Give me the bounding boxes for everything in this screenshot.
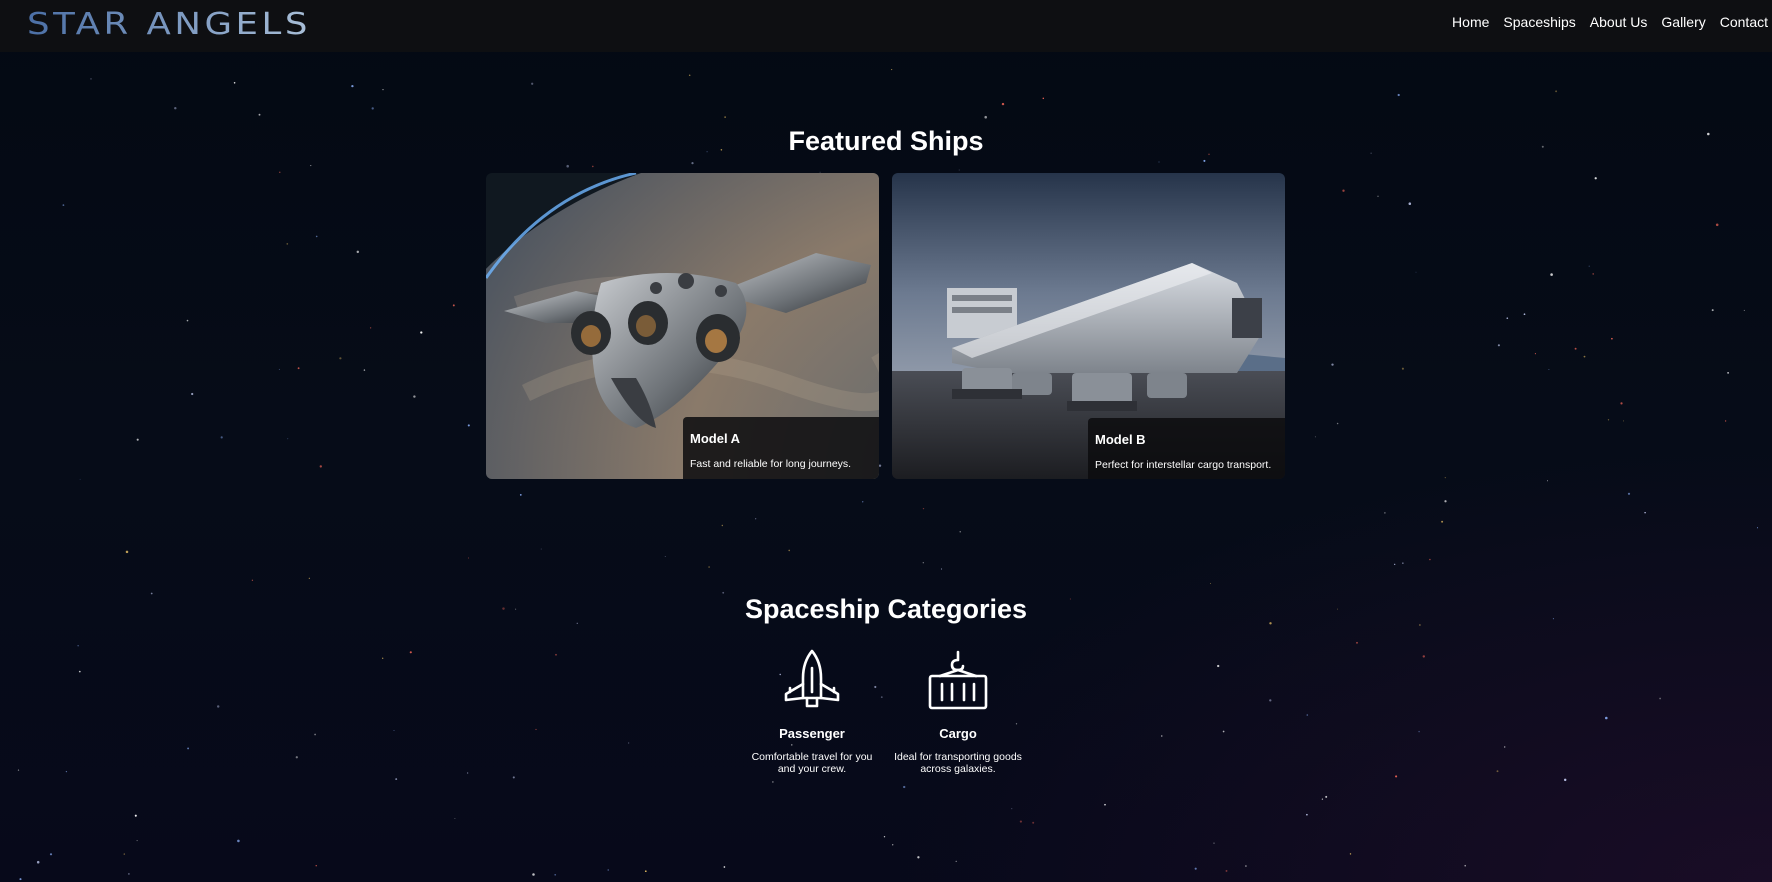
rocket-icon	[784, 649, 840, 708]
nav-spaceships-link[interactable]: Spaceships	[1503, 14, 1575, 30]
nav-contact-link[interactable]: Contact	[1720, 14, 1768, 30]
passenger-category-name: Passenger	[779, 726, 845, 741]
cargo-category-name: Cargo	[939, 726, 977, 741]
passenger-category-description: Comfortable travel for you and your crew…	[751, 751, 873, 775]
nav-home-link[interactable]: Home	[1452, 14, 1489, 30]
model-b-caption: Model B Perfect for interstellar cargo t…	[1088, 418, 1285, 479]
cargo-container-icon	[928, 650, 988, 710]
model-a-description: Fast and reliable for long journeys.	[690, 458, 852, 470]
main-nav: Home Spaceships About Us Gallery Contact	[1452, 14, 1768, 30]
category-cargo[interactable]: Cargo Ideal for transporting goods acros…	[893, 648, 1023, 775]
nav-about-us-link[interactable]: About Us	[1590, 14, 1648, 30]
ship-card-model-a[interactable]: Model A Fast and reliable for long journ…	[486, 173, 879, 479]
cargo-category-description: Ideal for transporting goods across gala…	[894, 751, 1022, 775]
spaceship-categories-heading: Spaceship Categories	[744, 594, 1028, 624]
model-a-name: Model A	[690, 431, 741, 446]
model-b-description: Perfect for interstellar cargo transport…	[1095, 459, 1272, 471]
svg-text:STAR ANGELS: STAR ANGELS	[27, 7, 311, 39]
model-a-caption: Model A Fast and reliable for long journ…	[683, 417, 879, 479]
featured-ships-heading: Featured Ships	[788, 126, 984, 156]
star-angels-logo[interactable]: STAR ANGELS	[27, 5, 317, 39]
ship-card-model-b[interactable]: Model B Perfect for interstellar cargo t…	[892, 173, 1285, 479]
model-b-name: Model B	[1095, 432, 1146, 447]
category-passenger[interactable]: Passenger Comfortable travel for you and…	[747, 648, 877, 775]
top-navigation-bar: STAR ANGELS Home Spaceships About Us Gal…	[0, 0, 1772, 52]
nav-gallery-link[interactable]: Gallery	[1661, 14, 1705, 30]
